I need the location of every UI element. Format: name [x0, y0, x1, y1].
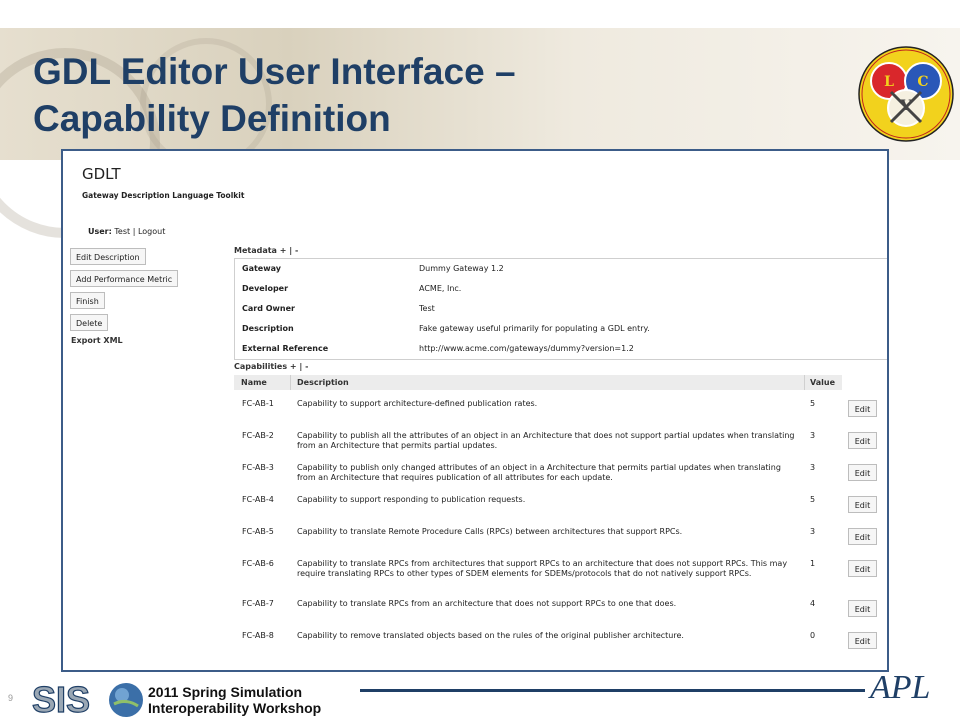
edit-capability-button[interactable]: Edit [848, 400, 877, 417]
edit-capability-button[interactable]: Edit [848, 464, 877, 481]
user-bar: User: Test | Logout [88, 227, 165, 236]
user-separator: | [132, 227, 136, 236]
metadata-row: Gateway Dummy Gateway 1.2 [235, 259, 887, 279]
capability-name: FC-AB-1 [242, 399, 274, 408]
edit-capability-button[interactable]: Edit [848, 432, 877, 449]
capabilities-header[interactable]: Capabilities + | - [234, 362, 308, 371]
edit-description-button[interactable]: Edit Description [70, 248, 146, 265]
app-subtitle: Gateway Description Language Toolkit [82, 191, 245, 200]
capability-name: FC-AB-3 [242, 463, 274, 472]
column-header-description[interactable]: Description [297, 378, 349, 387]
capability-value: 4 [810, 599, 816, 608]
edit-capability-button[interactable]: Edit [848, 632, 877, 649]
user-name: Test [114, 227, 131, 236]
capability-value: 5 [810, 495, 816, 504]
capability-value: 3 [810, 463, 816, 472]
capability-value: 3 [810, 527, 816, 536]
capability-name: FC-AB-7 [242, 599, 274, 608]
slide-title: GDL Editor User Interface – Capability D… [33, 48, 516, 142]
svg-text:C: C [917, 74, 928, 90]
footer-divider [360, 689, 865, 692]
capability-description: Capability to translate Remote Procedure… [297, 527, 683, 536]
metadata-value: ACME, Inc. [419, 284, 462, 293]
capability-description: Capability to support responding to publ… [297, 495, 526, 504]
slide-title-line2: Capability Definition [33, 98, 391, 139]
logout-link[interactable]: Logout [138, 227, 165, 236]
conference-line2: Interoperability Workshop [148, 700, 322, 716]
conference-line1: 2011 Spring Simulation [148, 684, 303, 700]
column-header-name[interactable]: Name [241, 378, 267, 387]
metadata-key: External Reference [242, 344, 329, 353]
app-screenshot-frame: GDLT Gateway Description Language Toolki… [61, 149, 889, 672]
conference-name: 2011 Spring Simulation Interoperability … [148, 684, 321, 716]
capability-name: FC-AB-2 [242, 431, 274, 440]
sis-logo: SIS [31, 680, 143, 718]
capability-value: 1 [810, 559, 816, 568]
metadata-header[interactable]: Metadata + | - [234, 246, 298, 255]
column-header-value[interactable]: Value [810, 378, 835, 387]
capability-name: FC-AB-5 [242, 527, 274, 536]
user-label: User: [88, 227, 112, 236]
edit-capability-button[interactable]: Edit [848, 528, 877, 545]
metadata-key: Developer [242, 284, 289, 293]
metadata-key: Card Owner [242, 304, 295, 313]
capability-value: 0 [810, 631, 816, 640]
slide-title-line1: GDL Editor User Interface – [33, 51, 516, 92]
metadata-value: Test [419, 304, 435, 313]
metadata-key: Gateway [242, 264, 281, 273]
metadata-row: Developer ACME, Inc. [235, 279, 887, 299]
add-performance-metric-button[interactable]: Add Performance Metric [70, 270, 179, 287]
capability-description: Capability to support architecture-defin… [297, 399, 538, 408]
metadata-key: Description [242, 324, 294, 333]
delete-button[interactable]: Delete [70, 314, 109, 331]
svg-text:L: L [884, 74, 894, 90]
metadata-value: Dummy Gateway 1.2 [419, 264, 504, 273]
column-divider [804, 375, 805, 390]
edit-capability-button[interactable]: Edit [848, 560, 877, 577]
svg-text:V: V [900, 98, 913, 114]
metadata-row: External Reference http://www.acme.com/g… [235, 339, 887, 359]
metadata-value: http://www.acme.com/gateways/dummy?versi… [419, 344, 634, 353]
column-divider [290, 375, 291, 390]
edit-capability-button[interactable]: Edit [848, 600, 877, 617]
capability-description: Capability to publish all the attributes… [297, 431, 795, 450]
capability-description: Capability to remove translated objects … [297, 631, 684, 640]
capability-value: 3 [810, 431, 816, 440]
metadata-table: Gateway Dummy Gateway 1.2 Developer ACME… [234, 258, 887, 360]
capability-name: FC-AB-8 [242, 631, 274, 640]
finish-button[interactable]: Finish [70, 292, 105, 309]
capability-description: Capability to publish only changed attri… [297, 463, 781, 482]
capability-name: FC-AB-6 [242, 559, 274, 568]
capabilities-table-header: Name Description Value [234, 375, 842, 390]
svg-text:APL: APL [868, 669, 930, 706]
capability-description: Capability to translate RPCs from an arc… [297, 599, 677, 608]
app-title: GDLT [82, 165, 121, 183]
metadata-row: Card Owner Test [235, 299, 887, 319]
lvc-logo: L C V [858, 46, 954, 142]
page-number: 9 [8, 693, 14, 703]
capability-description: Capability to translate RPCs from archit… [297, 559, 788, 578]
capability-name: FC-AB-4 [242, 495, 274, 504]
svg-text:SIS: SIS [32, 680, 90, 718]
metadata-row: Description Fake gateway useful primaril… [235, 319, 887, 339]
apl-logo: APL [868, 669, 930, 706]
capability-value: 5 [810, 399, 816, 408]
edit-capability-button[interactable]: Edit [848, 496, 877, 513]
metadata-value: Fake gateway useful primarily for popula… [419, 324, 650, 333]
export-xml-link[interactable]: Export XML [71, 336, 123, 345]
